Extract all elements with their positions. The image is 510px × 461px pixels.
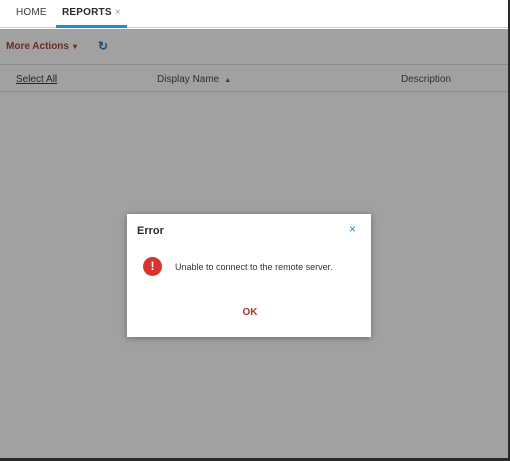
error-dialog: Error × ! Unable to connect to the remot… [127,214,371,337]
close-icon[interactable]: × [115,7,121,18]
error-icon: ! [143,257,162,276]
dialog-title: Error [137,225,164,237]
tab-reports-label: REPORTS [62,7,112,18]
error-message: Unable to connect to the remote server. [175,262,333,272]
tab-home-label: HOME [16,7,47,18]
app-frame: HOME REPORTS × More Actions ▾ ↻ Select All… [0,0,510,461]
ok-button[interactable]: OK [235,306,265,320]
tab-bar: HOME REPORTS × [0,0,508,28]
tab-home[interactable]: HOME [16,0,47,28]
close-icon[interactable]: × [349,222,356,236]
tab-reports[interactable]: REPORTS × [56,0,127,28]
active-tab-indicator [56,25,127,28]
